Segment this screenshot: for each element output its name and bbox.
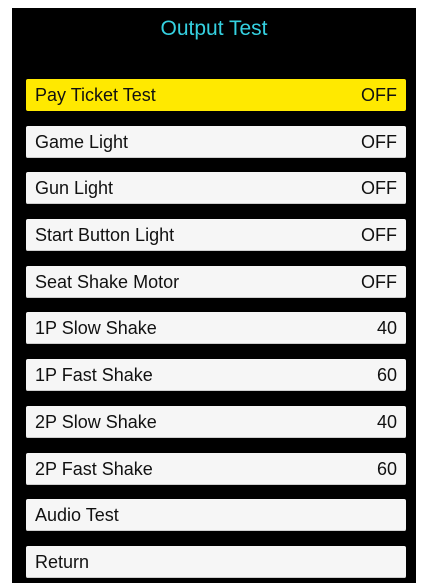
menu-item-value: 40 — [376, 411, 397, 432]
output-test-menu: Pay Ticket Test OFF Game Light OFF Gun L… — [26, 79, 406, 583]
menu-item-1p-slow-shake[interactable]: 1P Slow Shake 40 — [26, 312, 406, 345]
menu-item-label: Start Button Light — [35, 225, 175, 246]
menu-item-label: Seat Shake Motor — [35, 271, 180, 292]
menu-item-game-light[interactable]: Game Light OFF — [26, 125, 406, 158]
menu-item-label: Gun Light — [35, 178, 114, 199]
menu-item-label: 2P Fast Shake — [35, 458, 153, 479]
menu-item-value: 40 — [376, 318, 397, 339]
menu-item-1p-fast-shake[interactable]: 1P Fast Shake 60 — [26, 359, 406, 392]
output-test-screen: Output Test Pay Ticket Test OFF Game Lig… — [12, 8, 416, 583]
menu-item-pay-ticket-test[interactable]: Pay Ticket Test OFF — [26, 79, 406, 111]
menu-item-label: 1P Fast Shake — [35, 365, 153, 386]
menu-item-label: Return — [35, 551, 90, 572]
menu-item-audio-test[interactable]: Audio Test — [26, 499, 406, 532]
menu-item-label: Pay Ticket Test — [35, 85, 156, 105]
menu-item-gun-light[interactable]: Gun Light OFF — [26, 172, 406, 205]
menu-item-value: OFF — [361, 225, 397, 246]
menu-item-start-button-light[interactable]: Start Button Light OFF — [26, 219, 406, 252]
menu-item-label: Game Light — [35, 131, 129, 152]
menu-item-value: OFF — [361, 131, 397, 152]
menu-item-2p-slow-shake[interactable]: 2P Slow Shake 40 — [26, 405, 406, 438]
menu-item-value: 60 — [376, 458, 397, 479]
menu-item-label: 1P Slow Shake — [35, 318, 157, 339]
menu-item-label: Audio Test — [35, 505, 119, 526]
screen-title: Output Test — [160, 17, 268, 40]
menu-item-2p-fast-shake[interactable]: 2P Fast Shake 60 — [26, 452, 406, 485]
menu-item-label: 2P Slow Shake — [35, 411, 157, 432]
menu-item-value: OFF — [361, 178, 397, 199]
menu-item-value: OFF — [361, 85, 397, 105]
menu-item-seat-shake-motor[interactable]: Seat Shake Motor OFF — [26, 265, 406, 298]
menu-item-return[interactable]: Return — [26, 545, 406, 578]
menu-item-value: 60 — [376, 365, 397, 386]
menu-item-value: OFF — [361, 271, 397, 292]
